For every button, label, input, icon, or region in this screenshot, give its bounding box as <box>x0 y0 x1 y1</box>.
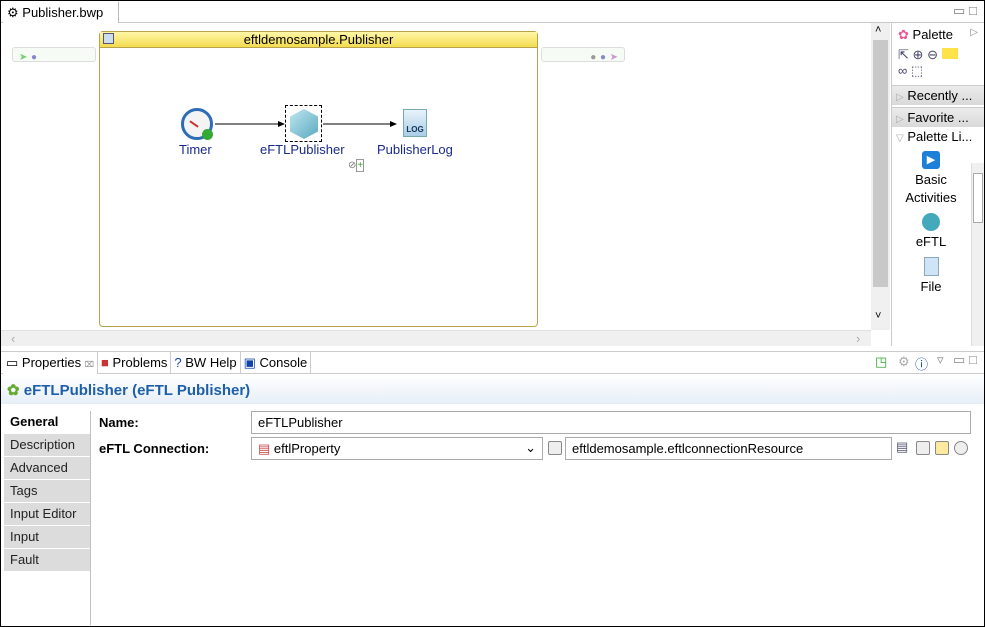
drawer-favorite[interactable]: ▷ Favorite ... <box>892 107 984 127</box>
drawer-recently[interactable]: ▷ Recently ... <box>892 85 984 105</box>
transitions <box>215 121 397 127</box>
scroll-down-icon[interactable]: ˅ <box>875 310 881 322</box>
clear-icon[interactable] <box>954 441 968 455</box>
eftl-icon <box>922 213 940 231</box>
zoom-in-icon[interactable]: ⊕ <box>913 47 924 62</box>
link-icon[interactable]: ∞ <box>898 63 907 78</box>
zoom-out-icon[interactable]: ⊖ <box>927 47 938 62</box>
properties-side-tabs: General Description Advanced Tags Input … <box>4 411 91 625</box>
palette: ✿ Palette ▷ ⇱ ⊕ ⊖ ∞ ⬚ ▷ Recently ... ▷ Fa… <box>891 23 984 346</box>
properties-tab-bar: ▭ Properties ⌧ ■ Problems ? BW Help ▣ Co… <box>1 351 984 374</box>
name-field[interactable]: eFTLPublisher <box>251 411 971 434</box>
property-icon: ▤ <box>258 441 271 456</box>
palette-icon: ✿ <box>898 27 909 42</box>
side-tab-input[interactable]: Input <box>4 526 90 548</box>
side-tab-advanced[interactable]: Advanced <box>4 457 90 479</box>
scroll-left-icon[interactable]: ‹ <box>11 331 15 346</box>
eftl-publisher-activity[interactable] <box>285 105 322 142</box>
file-icon <box>923 257 939 276</box>
side-tab-fault[interactable]: Fault <box>4 549 90 571</box>
create-resource-icon[interactable] <box>935 441 949 455</box>
log-icon[interactable]: LOG <box>403 109 427 137</box>
scroll-right-icon[interactable]: › <box>856 331 860 346</box>
palette-item-eftl[interactable]: eFTL <box>892 213 970 251</box>
connection-property-select[interactable]: ▤ eftlProperty ⌄ <box>251 437 543 460</box>
arrow-head <box>278 121 285 127</box>
activity-label-publisherlog[interactable]: PublisherLog <box>377 142 453 157</box>
palette-scrollbar[interactable] <box>971 163 984 346</box>
timer-icon[interactable] <box>181 108 213 140</box>
palette-tools: ⇱ ⊕ ⊖ ∞ ⬚ <box>892 47 984 85</box>
canvas-horizontal-scrollbar[interactable]: ‹ › <box>1 330 871 346</box>
palette-title: Palette <box>912 27 954 42</box>
properties-tab-row: ▭ Properties ⌧ ■ Problems ? BW Help ▣ Co… <box>3 352 312 374</box>
browse-icon[interactable]: ▤ <box>896 439 908 455</box>
arrow-head <box>390 121 397 127</box>
minimize-icon[interactable]: ▭ <box>953 352 965 368</box>
tab-console[interactable]: ▣ Console <box>241 352 312 374</box>
connection-resource-field[interactable]: eftldemosample.eftlconnectionResource <box>565 437 892 460</box>
note-icon[interactable] <box>941 48 958 59</box>
eftl-icon <box>290 109 318 139</box>
drawer-palette-list[interactable]: ▽ Palette Li... <box>892 127 984 147</box>
eftl-connection-label: eFTL Connection: <box>99 441 210 456</box>
maximize-icon[interactable]: □ <box>969 3 977 18</box>
activity-label-timer[interactable]: Timer <box>179 142 212 157</box>
sync-icon[interactable]: ⚙ <box>898 354 910 370</box>
side-tab-tags[interactable]: Tags <box>4 480 90 502</box>
add-transition-icons[interactable]: ⊘+ <box>348 159 365 172</box>
marquee-icon[interactable]: ⬚ <box>911 63 923 78</box>
collapse-icon[interactable]: ▷ <box>970 27 978 38</box>
scrollbar-thumb[interactable] <box>873 40 888 287</box>
activity-label-eftlpublisher[interactable]: eFTLPublisher <box>260 142 345 157</box>
tab-bw-help[interactable]: ? BW Help <box>171 352 241 374</box>
play-icon: ▶ <box>922 151 940 169</box>
side-tab-general[interactable]: General <box>4 411 90 433</box>
chevron-down-icon: ⌄ <box>525 440 536 455</box>
properties-title: ✿ eFTLPublisher (eFTL Publisher) <box>1 375 984 404</box>
search-icon[interactable] <box>916 441 930 455</box>
minimize-icon[interactable]: ▭ <box>953 3 965 19</box>
tab-properties[interactable]: ▭ Properties ⌧ <box>3 352 98 374</box>
resource-icon[interactable] <box>548 441 562 455</box>
eftl-icon: ✿ <box>7 382 20 399</box>
side-tab-input-editor[interactable]: Input Editor <box>4 503 90 525</box>
view-menu-icon[interactable]: ▿ <box>937 352 944 368</box>
tab-problems[interactable]: ■ Problems <box>98 352 172 374</box>
palette-item-basic[interactable]: ▶ Basic Activities <box>892 151 970 207</box>
side-tab-description[interactable]: Description <box>4 434 90 456</box>
properties-title-text: eFTLPublisher (eFTL Publisher) <box>23 382 251 399</box>
palette-header: ✿ Palette ▷ <box>892 23 984 47</box>
select-tool-icon[interactable]: ⇱ <box>898 47 909 62</box>
palette-item-file[interactable]: File <box>892 257 970 296</box>
name-label: Name: <box>99 415 139 430</box>
maximize-icon[interactable]: □ <box>969 352 977 367</box>
scroll-up-icon[interactable]: ˄ <box>875 24 881 36</box>
help-icon[interactable]: ⓘ <box>915 354 928 373</box>
pin-icon[interactable]: ◳ <box>875 354 887 370</box>
